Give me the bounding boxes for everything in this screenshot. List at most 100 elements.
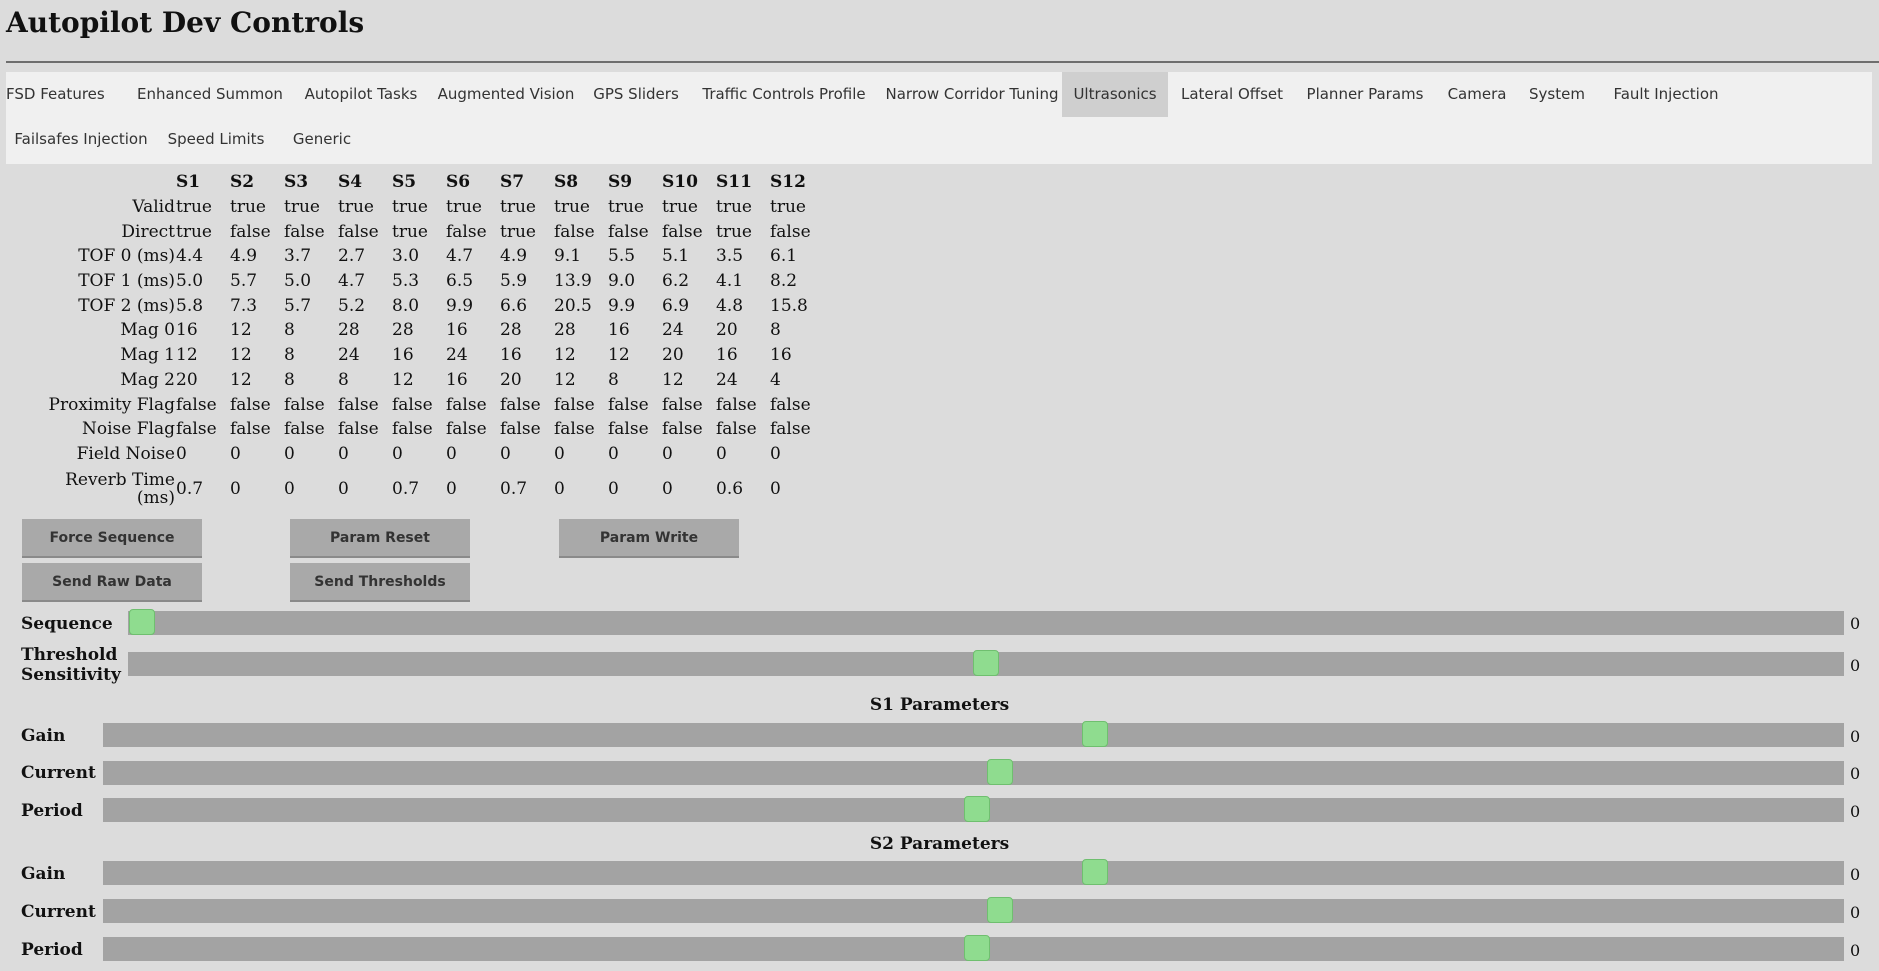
table-cell: false — [338, 419, 379, 440]
table-cell: 3.7 — [284, 246, 312, 267]
force-sequence-button[interactable]: Force Sequence — [22, 519, 202, 556]
tab-fault-injection[interactable]: Fault Injection — [1606, 72, 1726, 117]
threshold-sensitivity-value: 0 — [1850, 656, 1861, 675]
page-title: Autopilot Dev Controls — [6, 6, 365, 39]
table-cell: true — [446, 197, 482, 218]
sequence-label: Sequence — [21, 614, 113, 634]
s1-gain-slider[interactable] — [103, 721, 1844, 747]
s1-period-slider[interactable] — [103, 796, 1844, 822]
table-cell: 20 — [716, 320, 738, 341]
table-cell: 9.9 — [608, 295, 636, 316]
threshold-sensitivity-label: Threshold Sensitivity — [21, 645, 121, 685]
threshold-sensitivity-slider-thumb[interactable] — [973, 650, 999, 676]
s1-period-slider-thumb[interactable] — [963, 796, 990, 822]
table-cell: 0 — [284, 479, 295, 500]
table-cell: false — [446, 221, 487, 242]
column-header-s8: S8 — [554, 172, 579, 193]
s1-current-label: Current — [21, 763, 96, 783]
table-cell: 24 — [446, 345, 468, 366]
send-thresholds-button[interactable]: Send Thresholds — [290, 563, 470, 600]
table-cell: 24 — [338, 345, 360, 366]
tab-system[interactable]: System — [1522, 72, 1592, 117]
table-row: TOF 0 (ms) 4.4 4.9 3.7 2.7 3.0 4.7 4.9 9.1 5.5 5.1… — [30, 244, 824, 269]
param-reset-button[interactable]: Param Reset — [290, 519, 470, 556]
tab-traffic-controls-profile[interactable]: Traffic Controls Profile — [696, 72, 872, 117]
tab-enhanced-summon[interactable]: Enhanced Summon — [134, 72, 286, 117]
s2-period-slider[interactable] — [103, 935, 1844, 961]
row-label: Field Noise — [76, 443, 175, 464]
table-cell: 3.5 — [716, 246, 744, 267]
s2-current-slider-thumb[interactable] — [986, 897, 1013, 923]
table-cell: 4.9 — [230, 246, 258, 267]
table-cell: false — [446, 394, 487, 415]
table-cell: 0 — [554, 479, 565, 500]
table-cell: 12 — [554, 369, 576, 390]
row-label: Proximity Flag — [48, 394, 175, 415]
table-cell: 12 — [608, 345, 630, 366]
row-label: TOF 0 (ms) — [78, 246, 175, 267]
tab-autopilot-tasks[interactable]: Autopilot Tasks — [298, 72, 424, 117]
tab-lateral-offset[interactable]: Lateral Offset — [1176, 72, 1288, 117]
s2-gain-label: Gain — [21, 864, 66, 884]
table-cell: false — [392, 394, 433, 415]
table-cell: true — [392, 221, 428, 242]
threshold-sensitivity-slider[interactable] — [128, 650, 1844, 676]
table-row: Mag 2 20 12 8 8 12 16 20 12 8 12 24 4 — [30, 368, 824, 393]
table-cell: true — [392, 197, 428, 218]
table-cell: 4.7 — [338, 271, 366, 292]
sequence-slider-thumb[interactable] — [128, 609, 155, 635]
table-cell: 0 — [500, 443, 511, 464]
table-row: Proximity Flag false false false false false f… — [30, 392, 824, 417]
s1-current-slider[interactable] — [103, 759, 1844, 785]
table-cell: false — [338, 221, 379, 242]
table-cell: 6.9 — [662, 295, 690, 316]
s1-gain-slider-thumb[interactable] — [1082, 721, 1109, 747]
tab-failsafes-injection[interactable]: Failsafes Injection — [6, 117, 156, 162]
tab-ultrasonics[interactable]: Ultrasonics — [1062, 72, 1168, 117]
table-cell: 0 — [608, 443, 619, 464]
table-cell: 4.7 — [446, 246, 474, 267]
table-cell: 0 — [554, 443, 565, 464]
param-write-button[interactable]: Param Write — [559, 519, 739, 556]
tab-generic[interactable]: Generic — [282, 117, 362, 162]
tab-speed-limits[interactable]: Speed Limits — [166, 117, 266, 162]
s2-period-slider-thumb[interactable] — [963, 935, 990, 961]
table-cell: 0 — [230, 443, 241, 464]
table-cell: 0 — [662, 443, 673, 464]
s2-gain-slider[interactable] — [103, 859, 1844, 885]
table-cell: false — [284, 419, 325, 440]
tab-planner-params[interactable]: Planner Params — [1306, 72, 1424, 117]
s1-current-value: 0 — [1850, 764, 1861, 783]
column-header-s6: S6 — [446, 172, 471, 193]
ultrasonics-table: S1 S2 S3 S4 S5 S6 S7 S8 S9 S10 S11 S12 Valid true true… — [30, 170, 824, 512]
table-cell: 2.7 — [338, 246, 366, 267]
table-cell: 5.5 — [608, 246, 636, 267]
table-cell: 20 — [662, 345, 684, 366]
table-cell: false — [662, 419, 703, 440]
s1-current-slider-thumb[interactable] — [986, 759, 1013, 785]
tab-gps-sliders[interactable]: GPS Sliders — [588, 72, 684, 117]
s2-current-slider[interactable] — [103, 897, 1844, 923]
table-cell: 15.8 — [770, 295, 808, 316]
table-cell: 4.9 — [500, 246, 528, 267]
tab-augmented-vision[interactable]: Augmented Vision — [436, 72, 576, 117]
table-cell: false — [662, 221, 703, 242]
table-cell: 28 — [500, 320, 522, 341]
table-cell: 7.3 — [230, 295, 258, 316]
tab-fsd-features[interactable]: FSD Features — [6, 72, 105, 117]
table-cell: 16 — [446, 320, 468, 341]
table-cell: 12 — [176, 345, 198, 366]
s1-gain-label: Gain — [21, 726, 66, 746]
tab-narrow-corridor-tuning[interactable]: Narrow Corridor Tuning — [884, 72, 1060, 117]
table-cell: 3.0 — [392, 246, 420, 267]
table-cell: 12 — [230, 369, 252, 390]
table-cell: 6.5 — [446, 271, 474, 292]
column-header-s3: S3 — [284, 172, 309, 193]
sequence-slider[interactable] — [128, 609, 1844, 635]
s2-period-value: 0 — [1850, 941, 1861, 960]
tab-camera[interactable]: Camera — [1442, 72, 1512, 117]
send-raw-data-button[interactable]: Send Raw Data — [22, 563, 202, 600]
s2-gain-slider-thumb[interactable] — [1082, 859, 1109, 885]
table-cell: 4.1 — [716, 271, 744, 292]
table-cell: true — [176, 197, 212, 218]
